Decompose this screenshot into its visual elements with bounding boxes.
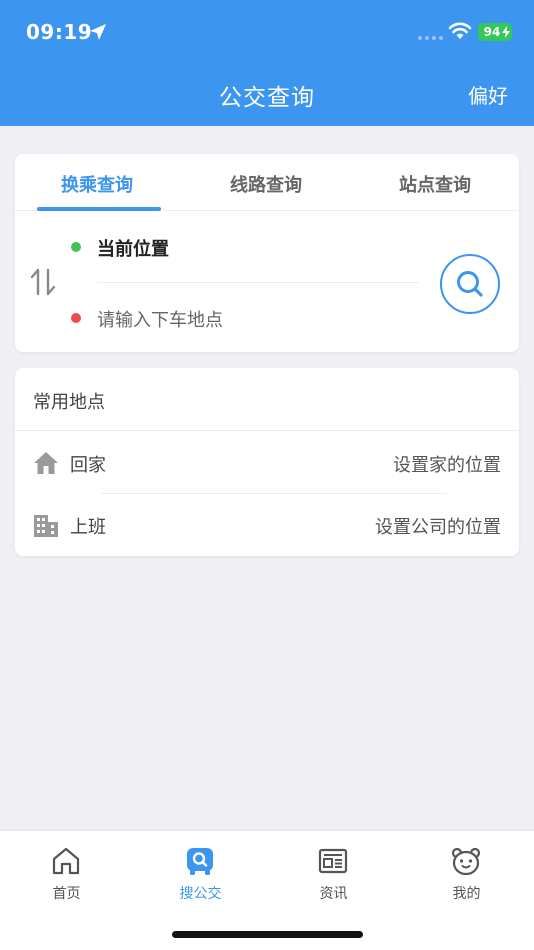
tabbar-label: 搜公交 xyxy=(179,886,222,902)
origin-dot xyxy=(71,242,81,252)
field-divider xyxy=(97,282,419,283)
page-title: 公交查询 xyxy=(219,85,315,111)
bear-face-icon xyxy=(451,847,481,876)
bus-search-icon xyxy=(187,848,213,875)
home-icon xyxy=(52,847,80,875)
house-icon xyxy=(34,452,58,474)
news-icon xyxy=(318,848,348,874)
charging-bolt-icon xyxy=(502,26,510,38)
tabbar-item-news[interactable]: 资讯 xyxy=(267,831,400,921)
tabbar-label: 我的 xyxy=(452,886,481,902)
tab-line-query[interactable]: 线路查询 xyxy=(196,171,336,197)
swap-direction-icon[interactable] xyxy=(29,267,57,297)
search-button[interactable] xyxy=(440,254,500,314)
set-home-location-link[interactable]: 设置家的位置 xyxy=(393,451,501,477)
tabbar-label: 资讯 xyxy=(319,886,348,902)
home-indicator xyxy=(172,931,363,938)
preferences-button[interactable]: 偏好 xyxy=(468,80,508,109)
place-row-home[interactable]: 回家 设置家的位置 xyxy=(15,431,519,493)
active-tab-indicator xyxy=(37,207,161,211)
cellular-signal-icon xyxy=(418,36,443,40)
wifi-icon xyxy=(448,22,472,39)
destination-field[interactable]: 请输入下车地点 xyxy=(97,306,223,332)
battery-indicator: 94 xyxy=(478,23,512,41)
tabbar-label: 首页 xyxy=(52,886,81,902)
section-title: 常用地点 xyxy=(33,392,105,413)
frequent-places-card: 常用地点 回家 设置家的位置 上班 设置公司的位置 xyxy=(15,368,519,556)
tabbar-item-home[interactable]: 首页 xyxy=(0,831,133,921)
origin-field[interactable]: 当前位置 xyxy=(97,235,169,261)
set-work-location-link[interactable]: 设置公司的位置 xyxy=(375,513,501,539)
place-label-work: 上班 xyxy=(70,517,106,538)
battery-level: 94 xyxy=(483,25,501,39)
tab-station-query[interactable]: 站点查询 xyxy=(365,171,505,197)
building-icon xyxy=(34,515,58,537)
search-tabs: 换乘查询 线路查询 站点查询 xyxy=(15,154,519,211)
location-arrow-icon xyxy=(90,24,106,40)
tabbar-item-mine[interactable]: 我的 xyxy=(400,831,533,921)
app-header: 09:19 94 公交查询 偏好 xyxy=(0,0,534,126)
place-label-home: 回家 xyxy=(70,455,106,476)
tabbar-item-bus-search[interactable]: 搜公交 xyxy=(134,831,267,921)
destination-dot xyxy=(71,313,81,323)
route-search-card: 换乘查询 线路查询 站点查询 当前位置 请输入下车地点 xyxy=(15,154,519,352)
status-bar: 09:19 94 xyxy=(0,0,534,64)
tab-transfer-query[interactable]: 换乘查询 xyxy=(27,171,167,197)
search-icon xyxy=(457,271,483,297)
status-time: 09:19 xyxy=(26,20,93,44)
place-row-work[interactable]: 上班 设置公司的位置 xyxy=(15,493,519,555)
